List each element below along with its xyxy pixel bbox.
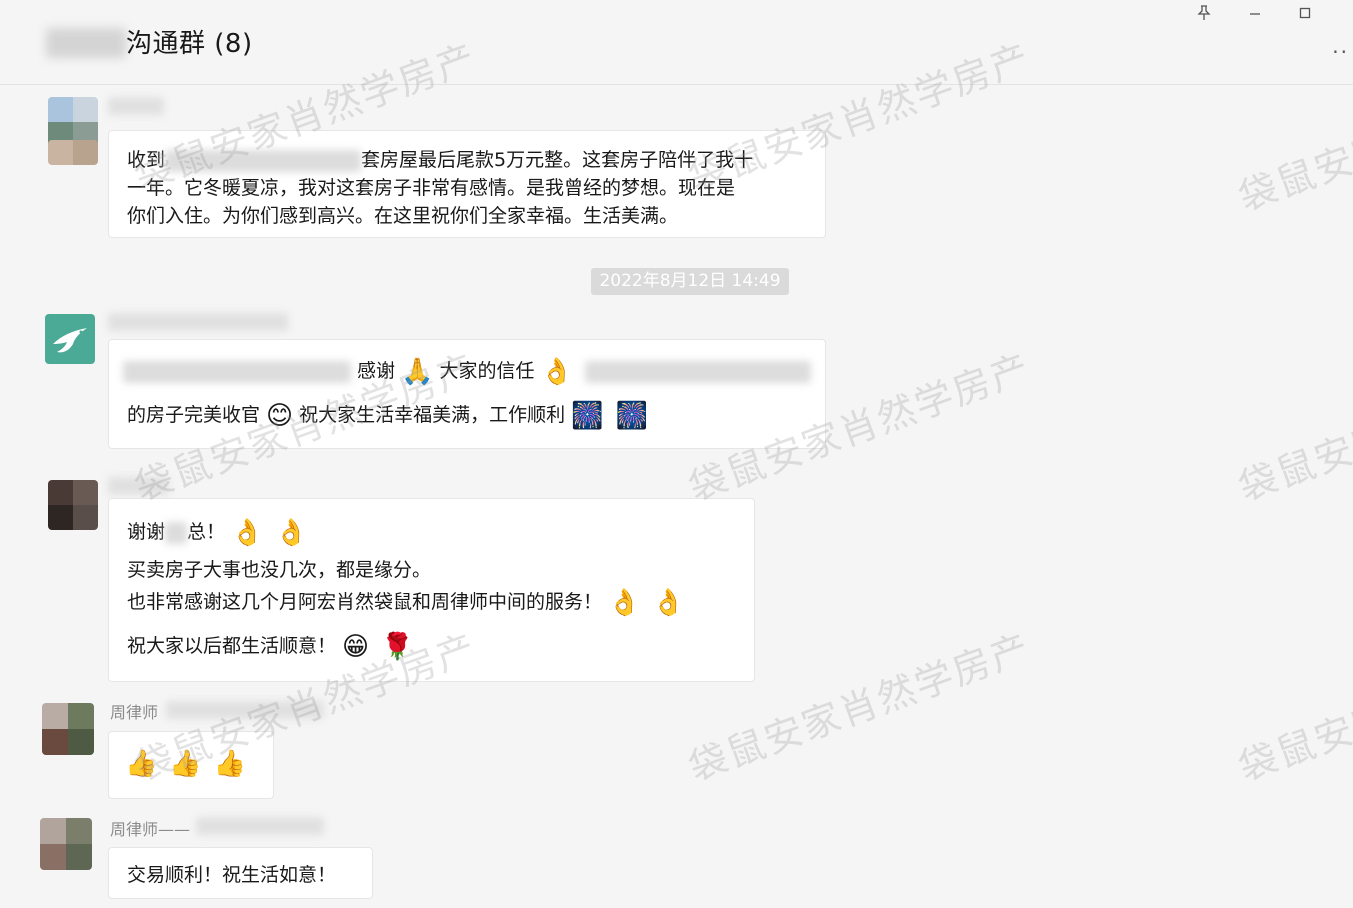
message-line: 也非常感谢这几个月阿宏肖然袋鼠和周律师中间的服务！ 👌 👌 — [127, 587, 685, 618]
sender-name-redacted — [196, 817, 324, 835]
redacted-text — [123, 360, 351, 383]
title-redacted — [46, 28, 126, 58]
message-bubble[interactable]: 收到 套房屋最后尾款5万元整。这套房子陪伴了我十 一年。它冬暖夏凉，我对这套房子非… — [108, 130, 826, 238]
redacted-text — [165, 521, 188, 544]
avatar[interactable] — [45, 314, 95, 364]
ok-hand-emoji-icon: 👌 — [275, 517, 308, 548]
message-line: 交易顺利！祝生活如意！ — [127, 864, 337, 886]
bird-logo-icon — [53, 328, 87, 353]
avatar-extra — [48, 140, 98, 165]
minimize-icon[interactable] — [1242, 2, 1268, 24]
message-line: 的房子完美收官 😊 祝大家生活幸福美满，工作顺利 🎆 🎆 — [127, 400, 648, 431]
message-line: 一年。它冬暖夏凉，我对这套房子非常有感情。是我曾经的梦想。现在是 — [127, 177, 736, 199]
avatar[interactable] — [40, 818, 92, 870]
message-line: 祝大家以后都生活顺意！ 😁 🌹 — [127, 631, 414, 662]
group-title: 沟通群 (8) — [126, 29, 253, 59]
smile-emoji-icon: 😊 — [266, 400, 294, 431]
message-bubble[interactable]: 谢谢 总！ 👌 👌 买卖房子大事也没几次，都是缘分。 也非常感谢这几个月阿宏肖然袋鼠和… — [108, 498, 755, 682]
fireworks-emoji-icon: 🎆 — [615, 400, 648, 431]
ok-hand-emoji-icon: 👌 — [608, 587, 641, 618]
message-line: 谢谢 总！ 👌 👌 — [127, 517, 308, 548]
thumbs-up-emoji-icon: 👍 — [169, 749, 202, 779]
message-line: 感谢 🙏 大家的信任 👌 — [123, 356, 811, 386]
message-timestamp: 2022年8月12日 14:49 — [591, 268, 789, 295]
chat-window: 沟通群 (8) ·· 收到 套房屋最后尾款5万元整。这套房子陪伴了我十 一年。它… — [0, 0, 1353, 908]
sender-name: 周律师—— — [110, 820, 191, 839]
ok-hand-emoji-icon: 👌 — [540, 356, 573, 387]
sender-name-redacted — [108, 313, 288, 331]
more-icon[interactable]: ·· — [1332, 40, 1349, 64]
redacted-text — [165, 149, 362, 172]
message-line: 买卖房子大事也没几次，都是缘分。 — [127, 559, 432, 581]
message-line: 👍 👍 👍 — [119, 750, 252, 778]
sender-name: 周律师 — [110, 703, 159, 722]
thumbs-up-emoji-icon: 👍 — [125, 749, 158, 779]
message-bubble[interactable]: 👍 👍 👍 — [108, 731, 274, 799]
message-line: 收到 套房屋最后尾款5万元整。这套房子陪伴了我十 — [127, 149, 754, 172]
message-line: 你们入住。为你们感到高兴。在这里祝你们全家幸福。生活美满。 — [127, 205, 679, 227]
sender-name-redacted — [108, 477, 168, 495]
message-bubble[interactable]: 交易顺利！祝生活如意！ — [108, 847, 373, 899]
maximize-icon[interactable] — [1292, 2, 1318, 24]
thumbs-up-emoji-icon: 👍 — [213, 749, 247, 779]
message-list[interactable]: 收到 套房屋最后尾款5万元整。这套房子陪伴了我十 一年。它冬暖夏凉，我对这套房子非… — [0, 85, 1353, 908]
fireworks-emoji-icon: 🎆 — [571, 400, 604, 431]
avatar[interactable] — [48, 480, 98, 530]
ok-hand-emoji-icon: 👌 — [652, 587, 685, 618]
pray-emoji-icon: 🙏 — [401, 356, 434, 387]
pin-icon[interactable] — [1191, 2, 1217, 24]
message-bubble[interactable]: 感谢 🙏 大家的信任 👌 的房子完美收官 😊 祝大家生活幸福美满，工作顺利 🎆 🎆 — [108, 339, 826, 449]
sender-name-redacted — [108, 97, 164, 115]
redacted-text — [584, 360, 811, 383]
ok-hand-emoji-icon: 👌 — [231, 517, 264, 548]
grin-emoji-icon: 😁 — [342, 631, 370, 662]
rose-emoji-icon: 🌹 — [381, 631, 414, 662]
avatar[interactable] — [42, 703, 94, 755]
chat-header: 沟通群 (8) ·· — [0, 0, 1353, 85]
sender-name-redacted — [166, 701, 324, 719]
